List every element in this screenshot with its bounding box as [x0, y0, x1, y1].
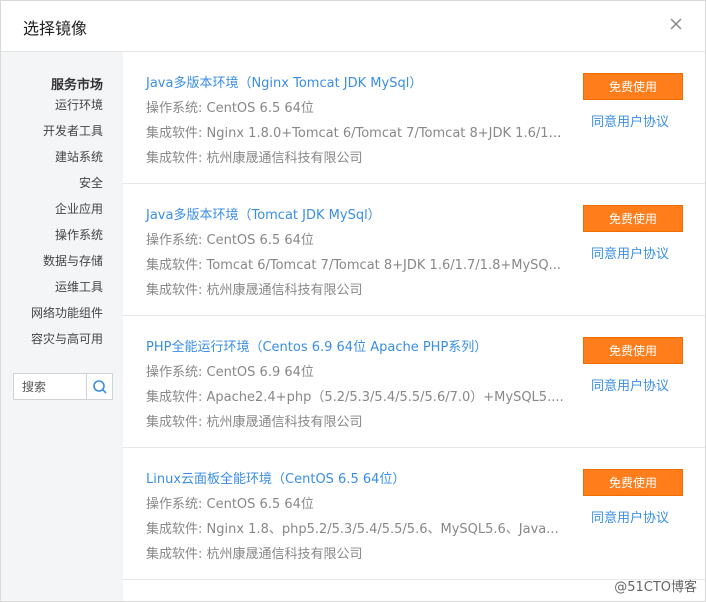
image-card: Java多版本环境（Tomcat JDK MySql） 操作系统: CentOS… [123, 184, 705, 316]
software-label: 集成软件: [146, 390, 207, 405]
vendor-label: 集成软件: [146, 283, 207, 298]
software-value: Tomcat 6/Tomcat 7/Tomcat 8+JDK 1.6/1.7/1… [206, 258, 562, 273]
sidebar-list: 运行环境 开发者工具 建站系统 安全 企业应用 操作系统 数据与存储 运维工具 … [31, 96, 103, 356]
sidebar-item-disaster-recovery[interactable]: 容灾与高可用 [31, 330, 103, 356]
image-card: Java多版本环境（Nginx Tomcat JDK MySql） 操作系统: … [123, 52, 705, 184]
image-name-link[interactable]: Java多版本环境（Tomcat JDK MySql） [146, 204, 381, 223]
sidebar-item-network[interactable]: 网络功能组件 [31, 304, 103, 330]
os-value: CentOS 6.5 64位 [206, 101, 314, 116]
image-os-row: 操作系统: CentOS 6.5 64位 [146, 229, 314, 248]
image-vendor-row: 集成软件: 杭州康晟通信科技有限公司 [146, 543, 363, 562]
sidebar-item-os[interactable]: 操作系统 [31, 226, 103, 252]
search-button[interactable] [86, 374, 112, 399]
image-card: Linux云面板全能环境（CentOS 6.5 64位） 操作系统: CentO… [123, 448, 705, 580]
sidebar-item-runtime[interactable]: 运行环境 [31, 96, 103, 122]
os-value: CentOS 6.9 64位 [206, 365, 314, 380]
software-value: Nginx 1.8.0+Tomcat 6/Tomcat 7/Tomcat 8+J… [206, 126, 564, 141]
close-icon[interactable] [667, 15, 685, 33]
image-card: PHP全能运行环境（Centos 6.9 64位 Apache PHP系列） 操… [123, 316, 705, 448]
sidebar-item-enterprise-apps[interactable]: 企业应用 [31, 200, 103, 226]
sidebar-item-site-building[interactable]: 建站系统 [31, 148, 103, 174]
software-label: 集成软件: [146, 126, 207, 141]
agreement-link[interactable]: 同意用户协议 [591, 111, 669, 130]
agreement-link[interactable]: 同意用户协议 [591, 375, 669, 394]
os-label: 操作系统: [146, 233, 207, 248]
image-vendor-row: 集成软件: 杭州康晟通信科技有限公司 [146, 411, 363, 430]
image-name-link[interactable]: PHP全能运行环境（Centos 6.9 64位 Apache PHP系列） [146, 336, 487, 355]
agreement-link[interactable]: 同意用户协议 [591, 507, 669, 526]
vendor-label: 集成软件: [146, 547, 207, 562]
dialog-title: 选择镜像 [23, 19, 88, 38]
vendor-value: 杭州康晟通信科技有限公司 [206, 283, 363, 298]
image-vendor-row: 集成软件: 杭州康晟通信科技有限公司 [146, 279, 363, 298]
free-use-button[interactable]: 免费使用 [583, 469, 683, 496]
sidebar-item-ops-tools[interactable]: 运维工具 [31, 278, 103, 304]
image-os-row: 操作系统: CentOS 6.5 64位 [146, 97, 314, 116]
agreement-link[interactable]: 同意用户协议 [591, 243, 669, 262]
vendor-value: 杭州康晟通信科技有限公司 [206, 415, 363, 430]
image-os-row: 操作系统: CentOS 6.9 64位 [146, 361, 314, 380]
os-label: 操作系统: [146, 101, 207, 116]
search-icon [92, 379, 107, 394]
sidebar: 服务市场 运行环境 开发者工具 建站系统 安全 企业应用 操作系统 数据与存储 … [1, 52, 123, 601]
sidebar-item-security[interactable]: 安全 [31, 174, 103, 200]
software-label: 集成软件: [146, 258, 207, 273]
os-value: CentOS 6.5 64位 [206, 233, 314, 248]
sidebar-category-title: 服务市场 [50, 78, 103, 93]
software-label: 集成软件: [146, 522, 207, 537]
vendor-label: 集成软件: [146, 415, 207, 430]
sidebar-item-dev-tools[interactable]: 开发者工具 [31, 122, 103, 148]
image-list: Java多版本环境（Nginx Tomcat JDK MySql） 操作系统: … [123, 52, 705, 601]
software-value: Nginx 1.8、php5.2/5.3/5.4/5.5/5.6、MySQL5.… [206, 522, 559, 537]
watermark: @51CTO博客 [614, 580, 697, 595]
sidebar-search [13, 373, 113, 400]
image-os-row: 操作系统: CentOS 6.5 64位 [146, 493, 314, 512]
free-use-button[interactable]: 免费使用 [583, 73, 683, 100]
dialog-header: 选择镜像 [1, 1, 705, 52]
image-software-row: 集成软件: Tomcat 6/Tomcat 7/Tomcat 8+JDK 1.6… [146, 254, 564, 273]
vendor-value: 杭州康晟通信科技有限公司 [206, 547, 363, 562]
free-use-button[interactable]: 免费使用 [583, 205, 683, 232]
free-use-button[interactable]: 免费使用 [583, 337, 683, 364]
vendor-label: 集成软件: [146, 151, 207, 166]
image-software-row: 集成软件: Nginx 1.8、php5.2/5.3/5.4/5.5/5.6、M… [146, 518, 564, 537]
os-label: 操作系统: [146, 365, 207, 380]
os-value: CentOS 6.5 64位 [206, 497, 314, 512]
image-name-link[interactable]: Linux云面板全能环境（CentOS 6.5 64位） [146, 468, 405, 487]
image-name-link[interactable]: Java多版本环境（Nginx Tomcat JDK MySql） [146, 72, 422, 91]
search-input[interactable] [14, 374, 94, 399]
image-software-row: 集成软件: Nginx 1.8.0+Tomcat 6/Tomcat 7/Tomc… [146, 122, 564, 141]
sidebar-item-data-storage[interactable]: 数据与存储 [31, 252, 103, 278]
select-image-dialog: 选择镜像 服务市场 运行环境 开发者工具 建站系统 安全 企业应用 操作系统 数… [0, 0, 706, 602]
image-vendor-row: 集成软件: 杭州康晟通信科技有限公司 [146, 147, 363, 166]
vendor-value: 杭州康晟通信科技有限公司 [206, 151, 363, 166]
os-label: 操作系统: [146, 497, 207, 512]
software-value: Apache2.4+php（5.2/5.3/5.4/5.5/5.6/7.0）+M… [206, 390, 564, 405]
image-software-row: 集成软件: Apache2.4+php（5.2/5.3/5.4/5.5/5.6/… [146, 386, 564, 405]
